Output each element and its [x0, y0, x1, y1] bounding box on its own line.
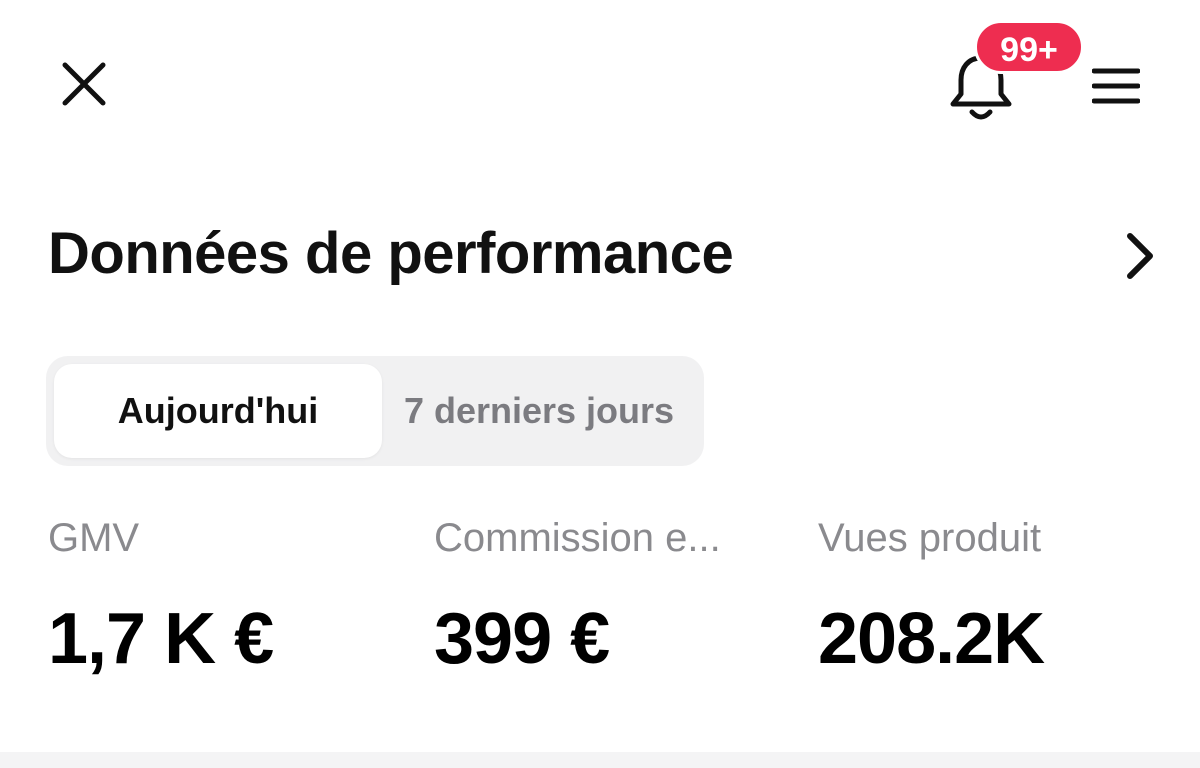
notification-badge: 99+: [974, 20, 1084, 74]
metric-value: 208.2K: [818, 599, 1045, 679]
tab-last-7-days[interactable]: 7 derniers jours: [382, 364, 696, 458]
performance-section-header[interactable]: Données de performance: [48, 212, 1168, 304]
metric-commission[interactable]: Commission e... 399 €: [434, 516, 794, 686]
period-segmented-control: Aujourd'hui 7 derniers jours: [46, 356, 704, 466]
menu-button[interactable]: [1084, 56, 1148, 116]
metric-label: GMV: [48, 516, 140, 560]
section-divider: [0, 752, 1200, 768]
metric-value: 399 €: [434, 599, 610, 679]
metric-value: 1,7 K €: [48, 599, 274, 679]
metric-gmv[interactable]: GMV 1,7 K €: [48, 516, 408, 686]
top-bar: 99+: [0, 0, 1200, 170]
metric-product-views[interactable]: Vues produit 208.2K: [818, 516, 1178, 686]
hamburger-menu-icon: [1092, 68, 1140, 104]
metric-label: Commission e...: [434, 516, 721, 560]
tab-today[interactable]: Aujourd'hui: [54, 364, 382, 458]
close-icon: [62, 62, 106, 106]
close-button[interactable]: [52, 52, 116, 116]
metric-label: Vues produit: [818, 516, 1042, 560]
chevron-right-icon: [1127, 233, 1153, 279]
section-title: Données de performance: [48, 221, 734, 286]
